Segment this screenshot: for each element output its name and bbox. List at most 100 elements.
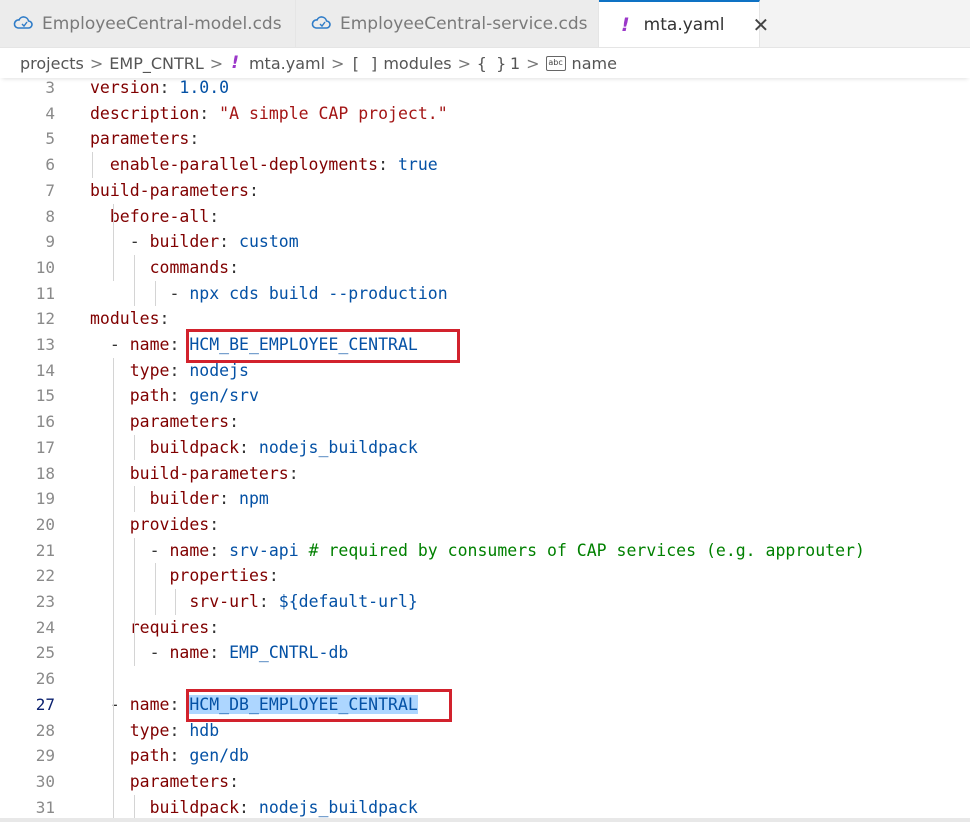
code-text: version: 1.0.0: [90, 78, 230, 97]
yaml-key: builder: [149, 232, 220, 252]
line-number: 21: [35, 540, 55, 560]
tab-mta-yaml[interactable]: ! mta.yaml ✕: [599, 0, 769, 47]
yaml-value: EMP_CNTRL-db: [229, 643, 349, 663]
code-line[interactable]: 31 buildpack: nodejs_buildpack: [0, 795, 970, 820]
breadcrumb-modules[interactable]: modules: [383, 54, 451, 73]
indent-guide: [154, 280, 156, 307]
annotation-highlight-box: [186, 329, 460, 363]
line-number: 20: [35, 514, 55, 534]
yaml-value: gen/srv: [189, 386, 259, 406]
code-line[interactable]: 30 parameters:: [0, 769, 970, 795]
code-line[interactable]: 17 buildpack: nodejs_buildpack: [0, 435, 970, 461]
code-line[interactable]: 28 type: hdb: [0, 718, 970, 744]
line-number: 4: [45, 103, 55, 123]
code-text: path: gen/db: [129, 746, 249, 766]
code-line[interactable]: 19 builder: npm: [0, 486, 970, 512]
code-line[interactable]: 9 - builder: custom: [0, 229, 970, 255]
code-line[interactable]: 4 description: "A simple CAP project.": [0, 101, 970, 127]
indent-guide: [92, 152, 93, 178]
line-number: 26: [35, 669, 55, 689]
yaml-value: srv-api: [229, 540, 299, 560]
code-line[interactable]: 6 enable-parallel-deployments: true: [0, 152, 970, 178]
code-line[interactable]: 7 build-parameters:: [0, 178, 970, 204]
code-line[interactable]: 20 provides:: [0, 512, 970, 538]
chevron-right-icon: >: [457, 53, 472, 73]
yaml-key: name: [129, 335, 170, 354]
line-number: 23: [35, 592, 55, 611]
code-line[interactable]: 23 srv-url: ${default-url}: [0, 589, 970, 615]
yaml-key: name: [169, 540, 210, 560]
line-number: 14: [35, 360, 55, 380]
line-number: 6: [45, 155, 55, 175]
line-number: 15: [35, 386, 55, 406]
code-line[interactable]: 15 path: gen/srv: [0, 383, 970, 409]
line-number: 12: [35, 309, 55, 329]
line-number: 7: [45, 180, 55, 200]
code-text: enable-parallel-deployments: true: [109, 155, 438, 175]
tab-employeecentral-model[interactable]: EmployeeCentral-model.cds: [0, 0, 296, 47]
code-text: buildpack: nodejs_buildpack: [149, 437, 418, 457]
breadcrumb-index[interactable]: 1: [510, 54, 520, 73]
line-number: 19: [35, 489, 55, 509]
code-line[interactable]: 27 - name: HCM_DB_EMPLOYEE_CENTRAL: [0, 692, 970, 718]
code-text: modules:: [90, 309, 170, 329]
yaml-value: hdb: [189, 720, 220, 740]
close-icon[interactable]: ✕: [752, 13, 769, 37]
yaml-value: 1.0.0: [179, 78, 230, 97]
indent-guide: [175, 589, 177, 615]
code-line[interactable]: 12 modules:: [0, 306, 970, 332]
tab-employeecentral-service[interactable]: EmployeeCentral-service.cds: [296, 0, 599, 47]
code-line[interactable]: 3 version: 1.0.0: [0, 78, 970, 101]
code-text: buildpack: nodejs_buildpack: [149, 797, 418, 817]
breadcrumb-name[interactable]: name: [572, 54, 617, 73]
code-text: build-parameters:: [129, 463, 299, 483]
code-line[interactable]: 21 - name: srv-api # required by consume…: [0, 538, 970, 564]
line-number: 5: [45, 129, 55, 149]
code-text: path: gen/srv: [129, 386, 259, 406]
code-line[interactable]: 13 - name: HCM_BE_EMPLOYEE_CENTRAL: [0, 332, 970, 358]
code-text: before-all:: [109, 206, 220, 226]
code-text: builder: npm: [149, 489, 269, 509]
code-line[interactable]: 11 - npx cds build --production: [0, 281, 970, 307]
yaml-value: npx cds build --production: [189, 283, 448, 303]
line-number: 30: [35, 771, 55, 791]
indent-guide: [154, 563, 156, 615]
yaml-key: modules: [90, 309, 160, 329]
yaml-value: nodejs: [189, 360, 249, 380]
code-text: properties:: [169, 566, 279, 586]
string-abc-icon: abc: [545, 55, 566, 71]
code-line[interactable]: 14 type: nodejs: [0, 358, 970, 384]
code-line[interactable]: 5 parameters:: [0, 126, 970, 152]
code-editor[interactable]: 3 version: 1.0.0 4 description: "A simple C…: [0, 78, 970, 820]
horizontal-scrollbar[interactable]: [0, 818, 970, 822]
line-number: 22: [35, 566, 55, 586]
code-line[interactable]: 10 commands:: [0, 255, 970, 281]
code-line[interactable]: 25 - name: EMP_CNTRL-db: [0, 640, 970, 666]
yaml-value: true: [397, 155, 438, 175]
line-number: 29: [35, 746, 55, 766]
yaml-key: buildpack: [149, 437, 240, 457]
code-line[interactable]: 8 before-all:: [0, 204, 970, 230]
object-icon: { }: [477, 53, 506, 73]
indent-guide: [112, 717, 114, 820]
yaml-key: name: [129, 694, 170, 714]
code-text: provides:: [129, 514, 220, 534]
code-line[interactable]: 18 build-parameters:: [0, 461, 970, 487]
code-line[interactable]: 24 requires:: [0, 615, 970, 641]
chevron-right-icon: >: [331, 53, 345, 73]
breadcrumb-file[interactable]: mta.yaml: [249, 54, 325, 73]
line-number: 3: [45, 78, 55, 97]
code-line[interactable]: 29 path: gen/db: [0, 743, 970, 769]
code-text: srv-url: ${default-url}: [189, 592, 418, 611]
line-number: 25: [35, 643, 55, 663]
code-line[interactable]: 16 parameters:: [0, 409, 970, 435]
yaml-value: custom: [239, 232, 299, 252]
code-text: parameters:: [90, 129, 200, 149]
breadcrumb-projects[interactable]: projects: [20, 54, 84, 73]
code-text: - npx cds build --production: [169, 283, 448, 303]
code-line[interactable]: 22 properties:: [0, 563, 970, 589]
code-line[interactable]: 26: [0, 666, 970, 692]
yaml-value: gen/db: [189, 746, 249, 766]
breadcrumb-folder[interactable]: EMP_CNTRL: [109, 54, 204, 73]
line-number: 27: [35, 694, 55, 714]
